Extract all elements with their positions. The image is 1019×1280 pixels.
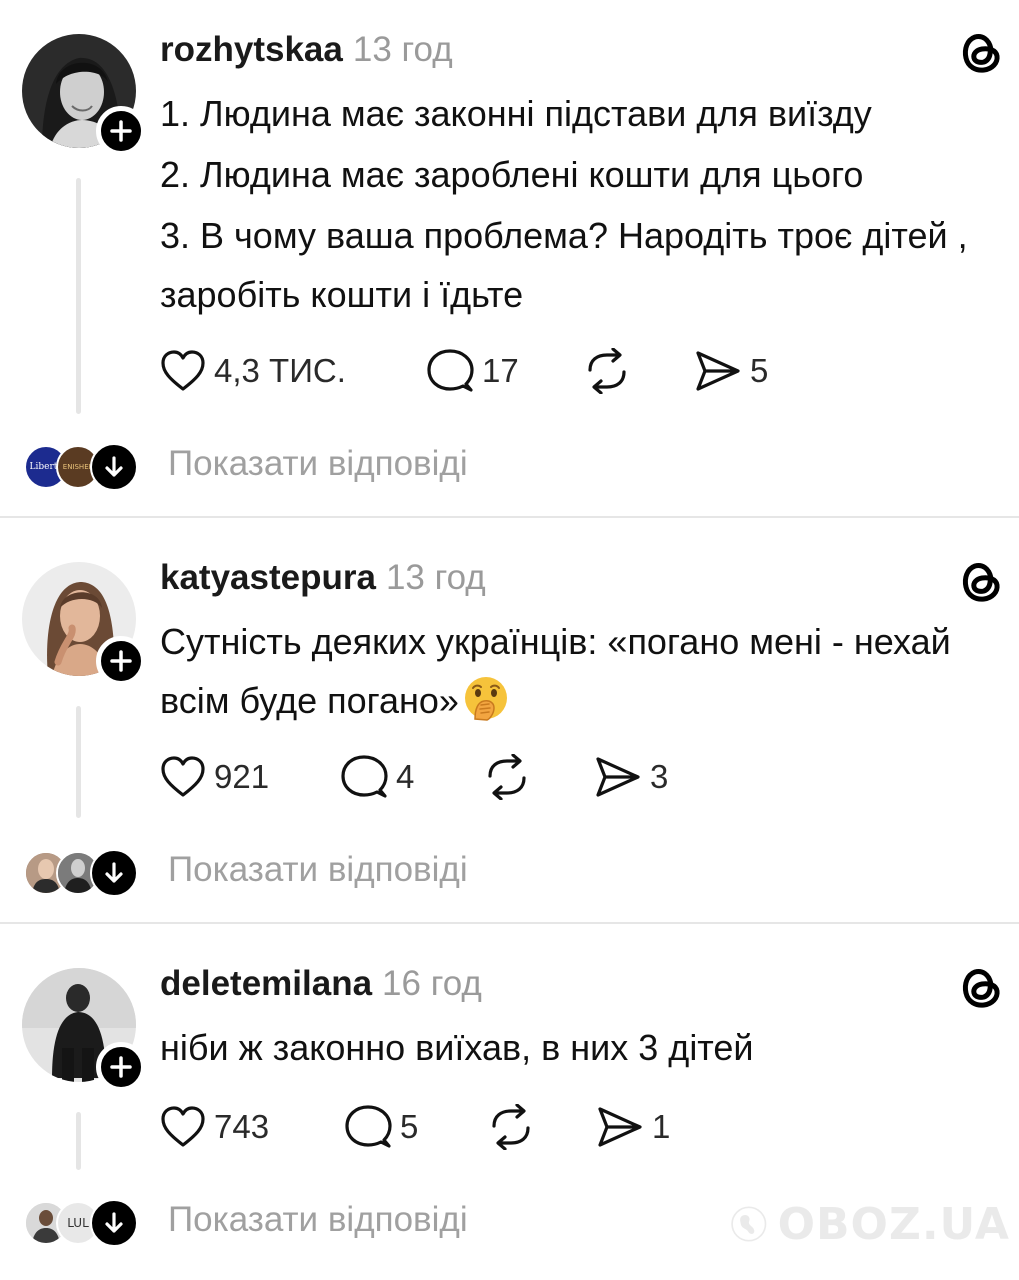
- post-text-content: ніби ж законно виїхав, в них 3 дітей: [160, 1027, 754, 1068]
- show-replies-link[interactable]: Показати відповіді: [168, 850, 468, 890]
- post-header: deletemilana 16 год: [160, 964, 482, 1004]
- watermark: OBOZ.UA: [730, 1176, 1010, 1272]
- username[interactable]: rozhytskaa: [160, 30, 343, 70]
- like-button[interactable]: 4,3 тис.: [160, 346, 346, 396]
- heart-icon: [161, 350, 205, 391]
- post-text: ніби ж законно виїхав, в них 3 дітей: [160, 1018, 990, 1077]
- timestamp: 13 год: [385, 558, 486, 597]
- comment-button[interactable]: 17: [426, 346, 519, 396]
- share-count: 5: [750, 352, 769, 389]
- threads-icon[interactable]: [958, 962, 1006, 1010]
- arrow-down-icon: [105, 862, 123, 883]
- comment-icon: [345, 1105, 392, 1148]
- repost-icon: [588, 348, 626, 394]
- follow-button[interactable]: [96, 636, 146, 686]
- replies-row: Показати відповіді: [0, 846, 1019, 897]
- repost-button[interactable]: [482, 752, 532, 802]
- comment-count: 5: [400, 1108, 419, 1145]
- post-text: Сутність деяких українців: «погано мені …: [160, 612, 990, 730]
- reply-avatar-text: LUL: [67, 1216, 89, 1230]
- post-paragraph: Сутність деяких українців: «погано мені …: [160, 612, 990, 730]
- show-replies-link[interactable]: Показати відповіді: [168, 1200, 468, 1240]
- post-line: 3. В чому ваша проблема? Народіть троє д…: [160, 215, 968, 315]
- post-line: 2. Людина має зароблені кошти для цього: [160, 154, 864, 195]
- watermark-text: OBOZ.UA: [777, 1198, 1010, 1250]
- threads-icon[interactable]: [958, 556, 1006, 604]
- replies-row: Liberty ENISHEK Показати відповіді: [0, 440, 1019, 491]
- heart-icon: [161, 756, 205, 797]
- post-actions: 921 4 3: [160, 752, 700, 802]
- send-icon: [598, 1107, 642, 1147]
- post-header: rozhytskaa 13 год: [160, 30, 453, 70]
- post-actions: 4,3 тис. 17 5: [160, 346, 800, 396]
- expand-replies-button[interactable]: [90, 849, 138, 897]
- post-katyastepura: katyastepura 13 год Сутність деяких укра…: [0, 518, 1019, 922]
- repost-icon: [488, 754, 526, 800]
- share-count: 3: [650, 758, 669, 795]
- send-icon: [696, 351, 740, 391]
- plus-icon: [110, 650, 132, 672]
- username[interactable]: katyastepura: [160, 558, 376, 598]
- post-rozhytskaa: rozhytskaa 13 год 1. Людина має законні …: [0, 0, 1019, 516]
- send-icon: [596, 757, 640, 797]
- share-button[interactable]: 5: [694, 346, 768, 396]
- plus-icon: [110, 120, 132, 142]
- share-button[interactable]: 3: [594, 752, 668, 802]
- follow-button[interactable]: [96, 106, 146, 156]
- like-count: 743: [214, 1108, 270, 1145]
- comment-count: 17: [482, 352, 519, 389]
- expand-replies-button[interactable]: [90, 443, 138, 491]
- face-with-hand-over-mouth-emoji: [464, 677, 507, 721]
- username[interactable]: deletemilana: [160, 964, 372, 1004]
- repost-button[interactable]: [582, 346, 632, 396]
- share-button[interactable]: 1: [596, 1102, 670, 1152]
- thread-line: [76, 178, 81, 414]
- thread-line: [76, 706, 81, 818]
- expand-replies-button[interactable]: [90, 1199, 138, 1247]
- post-actions: 743 5 1: [160, 1102, 700, 1152]
- repost-button[interactable]: [486, 1102, 536, 1152]
- heart-icon: [161, 1106, 205, 1147]
- comment-button[interactable]: 5: [344, 1102, 418, 1152]
- like-count: 921: [214, 758, 270, 795]
- timestamp: 16 год: [382, 964, 482, 1003]
- threads-icon[interactable]: [958, 27, 1006, 75]
- reply-avatar-text: ENISHEK: [62, 463, 94, 471]
- post-line: 1. Людина має законні підстави для виїзд…: [160, 93, 872, 134]
- timestamp: 13 год: [352, 30, 453, 69]
- comment-icon: [341, 755, 388, 798]
- like-button[interactable]: 743: [160, 1102, 269, 1152]
- comment-icon: [427, 349, 474, 392]
- arrow-down-icon: [105, 1212, 123, 1233]
- comment-button[interactable]: 4: [340, 752, 414, 802]
- globe-icon: [731, 1206, 767, 1242]
- like-button[interactable]: 921: [160, 752, 269, 802]
- comment-count: 4: [396, 758, 415, 795]
- like-count: 4,3 тис.: [214, 352, 346, 389]
- post-header: katyastepura 13 год: [160, 558, 486, 598]
- repost-icon: [492, 1104, 530, 1150]
- share-count: 1: [652, 1108, 671, 1145]
- show-replies-link[interactable]: Показати відповіді: [168, 444, 468, 484]
- arrow-down-icon: [105, 456, 123, 477]
- thread-line: [76, 1112, 81, 1170]
- post-text-content: Сутність деяких українців: «погано мені …: [160, 621, 951, 721]
- plus-icon: [110, 1056, 132, 1078]
- follow-button[interactable]: [96, 1042, 146, 1092]
- post-text: 1. Людина має законні підстави для виїзд…: [160, 84, 990, 324]
